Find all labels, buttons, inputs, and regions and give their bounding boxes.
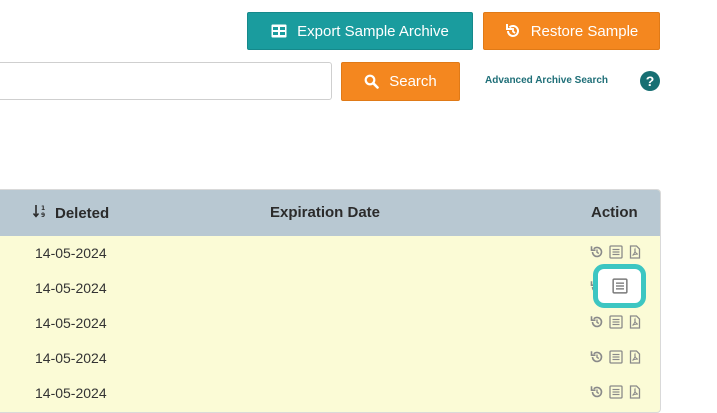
advanced-archive-search-link[interactable]: Advanced Archive Search (485, 75, 608, 86)
row-actions (590, 350, 642, 364)
restore-sample-button[interactable]: Restore Sample (483, 12, 660, 50)
row-actions (590, 385, 642, 399)
highlighted-list-action[interactable] (593, 264, 646, 308)
history-icon[interactable] (590, 245, 604, 259)
sort-numeric-icon: 19 (32, 204, 49, 222)
list-icon (611, 278, 628, 294)
search-button[interactable]: Search (341, 62, 460, 101)
restore-button-label: Restore Sample (530, 22, 639, 40)
svg-text:1: 1 (41, 205, 45, 212)
column-header-action: Action (591, 204, 638, 221)
list-icon[interactable] (609, 315, 623, 329)
pdf-icon[interactable] (628, 385, 642, 399)
history-icon[interactable] (590, 350, 604, 364)
export-button-label: Export Sample Archive (297, 22, 449, 40)
table-row: 14-05-2024 (0, 236, 660, 271)
table-header: 19 Deleted Expiration Date Action (0, 190, 660, 236)
deleted-date: 14-05-2024 (35, 350, 107, 366)
search-input[interactable] (0, 62, 332, 100)
svg-text:9: 9 (41, 212, 45, 218)
deleted-date: 14-05-2024 (35, 245, 107, 261)
search-button-label: Search (389, 73, 437, 90)
column-header-deleted[interactable]: 19 Deleted (32, 204, 110, 222)
history-icon[interactable] (590, 315, 604, 329)
search-icon (364, 74, 380, 89)
deleted-date: 14-05-2024 (35, 315, 107, 331)
export-sample-archive-button[interactable]: Export Sample Archive (247, 12, 473, 50)
column-header-expiration: Expiration Date (270, 204, 381, 221)
history-icon (505, 23, 521, 39)
question-icon[interactable]: ? (640, 71, 660, 91)
table-row: 14-05-2024 (0, 341, 660, 376)
archive-table: 19 Deleted Expiration Date Action 14-05-… (0, 189, 661, 413)
row-actions (590, 245, 642, 259)
table-row: 14-05-2024 (0, 271, 660, 306)
pdf-icon[interactable] (628, 245, 642, 259)
table-row: 14-05-2024 (0, 306, 660, 341)
table-icon (271, 24, 287, 38)
table-row: 14-05-2024 (0, 376, 660, 411)
list-icon[interactable] (609, 350, 623, 364)
deleted-date: 14-05-2024 (35, 280, 107, 296)
list-icon[interactable] (609, 385, 623, 399)
list-icon[interactable] (609, 245, 623, 259)
pdf-icon[interactable] (628, 315, 642, 329)
history-icon[interactable] (590, 385, 604, 399)
deleted-date: 14-05-2024 (35, 385, 107, 401)
column-label-deleted: Deleted (55, 204, 110, 222)
row-actions (590, 315, 642, 329)
pdf-icon[interactable] (628, 350, 642, 364)
